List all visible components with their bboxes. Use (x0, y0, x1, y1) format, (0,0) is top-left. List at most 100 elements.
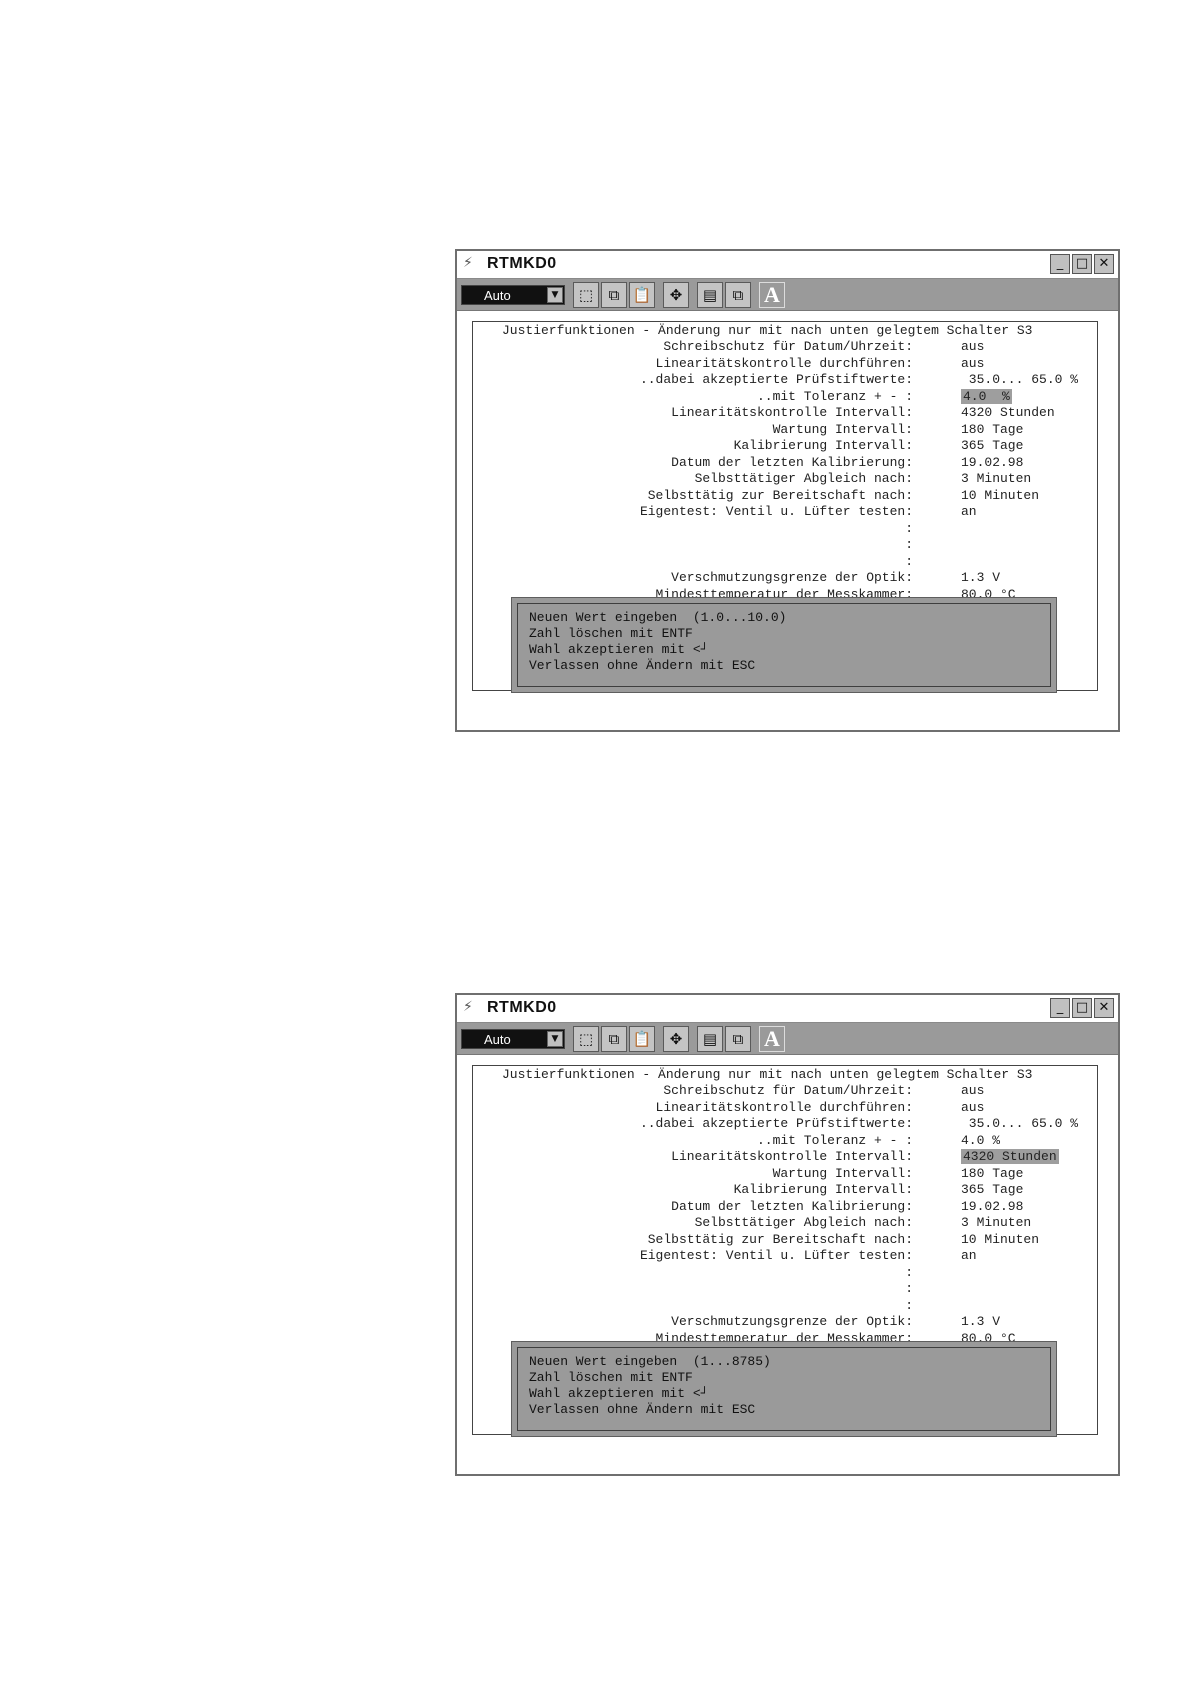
setting-row: Schreibschutz für Datum/Uhrzeit: aus (473, 1083, 1097, 1100)
properties-icon[interactable]: ▤ (697, 282, 723, 308)
rtmkd0-window-1: ⚡ RTMKD0 _ □ ✕ Auto ▼ ⬚ ⧉ 📋 ✥ ▤ ⧉ A Just… (455, 249, 1120, 732)
setting-row: ..mit Toleranz + - : 4.0 % (473, 1133, 1097, 1150)
hint-line: Verlassen ohne Ändern mit ESC (529, 658, 756, 673)
background-icon[interactable]: ⧉ (725, 1026, 751, 1052)
toolbar: Auto ▼ ⬚ ⧉ 📋 ✥ ▤ ⧉ A (457, 1023, 1118, 1055)
fullscreen-icon[interactable]: ✥ (663, 282, 689, 308)
window-title: RTMKD0 (487, 999, 557, 1016)
setting-value[interactable]: 3 Minuten (961, 1215, 1031, 1230)
window-title: RTMKD0 (487, 255, 557, 272)
setting-value[interactable]: aus (961, 356, 984, 371)
setting-row: : (473, 1298, 1097, 1315)
fullscreen-icon[interactable]: ✥ (663, 1026, 689, 1052)
paste-icon[interactable]: 📋 (629, 1026, 655, 1052)
setting-label: : (905, 553, 913, 569)
setting-label: Selbsttätig zur Bereitschaft nach: (647, 487, 913, 503)
setting-value[interactable]: 35.0... 65.0 % (961, 372, 1078, 387)
input-hint-inner: Neuen Wert eingeben (1...8785) Zahl lösc… (517, 1347, 1051, 1431)
setting-label: Linearitätskontrolle Intervall: (671, 405, 913, 420)
setting-row: Kalibrierung Intervall: 365 Tage (473, 438, 1097, 455)
app-icon: ⚡ (463, 255, 473, 271)
rtmkd0-window-2: ⚡ RTMKD0 _ □ ✕ Auto ▼ ⬚ ⧉ 📋 ✥ ▤ ⧉ A Just… (455, 993, 1120, 1476)
setting-value-selected[interactable]: 4.0 % (961, 388, 1012, 404)
setting-value[interactable]: 10 Minuten (961, 488, 1039, 503)
font-size-combo[interactable]: Auto ▼ (461, 1029, 565, 1049)
font-size-combo[interactable]: Auto ▼ (461, 285, 565, 305)
setting-row: Kalibrierung Intervall: 365 Tage (473, 1182, 1097, 1199)
chevron-down-icon[interactable]: ▼ (547, 287, 563, 303)
setting-value[interactable]: aus (961, 1100, 984, 1115)
hint-line: Neuen Wert eingeben (1.0...10.0) (529, 610, 787, 625)
hint-line: Wahl akzeptieren mit <┘ (529, 642, 709, 657)
minimize-icon[interactable]: _ (1050, 998, 1070, 1018)
setting-value[interactable]: aus (961, 1083, 984, 1098)
setting-row: Selbsttätiger Abgleich nach: 3 Minuten (473, 1215, 1097, 1232)
toolbar: Auto ▼ ⬚ ⧉ 📋 ✥ ▤ ⧉ A (457, 279, 1118, 311)
setting-row: Linearitätskontrolle durchführen: aus (473, 356, 1097, 373)
setting-value[interactable]: 35.0... 65.0 % (961, 1116, 1078, 1131)
setting-value[interactable]: 180 Tage (961, 1166, 1023, 1181)
setting-value[interactable]: 1.3 V (961, 570, 1000, 585)
input-hint-box: Neuen Wert eingeben (1...8785) Zahl lösc… (511, 1341, 1057, 1437)
background-icon[interactable]: ⧉ (725, 282, 751, 308)
combo-value: Auto (484, 1032, 511, 1047)
copy-icon[interactable]: ⧉ (601, 282, 627, 308)
setting-row: Schreibschutz für Datum/Uhrzeit: aus (473, 339, 1097, 356)
setting-value[interactable]: aus (961, 339, 984, 354)
font-icon[interactable]: A (759, 1026, 785, 1052)
setting-row: Wartung Intervall: 180 Tage (473, 422, 1097, 439)
setting-value[interactable]: 19.02.98 (961, 455, 1023, 470)
setting-label: ..dabei akzeptierte Prüfstiftwerte: (639, 372, 913, 387)
setting-label: Eigentest: Ventil u. Lüfter testen: (639, 1248, 913, 1263)
setting-row: : (473, 1265, 1097, 1282)
setting-label: ..mit Toleranz + - : (756, 1132, 913, 1148)
setting-value[interactable]: 365 Tage (961, 438, 1023, 453)
setting-row: : (473, 537, 1097, 554)
chevron-down-icon[interactable]: ▼ (547, 1031, 563, 1047)
title-bar[interactable]: ⚡ RTMKD0 _ □ ✕ (457, 251, 1118, 279)
setting-row: : (473, 521, 1097, 538)
paste-icon[interactable]: 📋 (629, 282, 655, 308)
minimize-icon[interactable]: _ (1050, 254, 1070, 274)
setting-row: : (473, 554, 1097, 571)
setting-row: ..mit Toleranz + - : 4.0 % (473, 388, 1097, 406)
setting-value[interactable]: 1.3 V (961, 1314, 1000, 1329)
setting-value[interactable]: 4.0 % (961, 1133, 1000, 1148)
setting-label: ..dabei akzeptierte Prüfstiftwerte: (639, 1116, 913, 1131)
close-icon[interactable]: ✕ (1094, 254, 1114, 274)
setting-row: Eigentest: Ventil u. Lüfter testen: an (473, 1248, 1097, 1265)
setting-row: Linearitätskontrolle Intervall: 4320 Stun… (473, 1149, 1097, 1166)
setting-row: ..dabei akzeptierte Prüfstiftwerte: 35.0… (473, 1116, 1097, 1133)
setting-value-selected[interactable]: 4320 Stunden (961, 1149, 1059, 1164)
copy-icon[interactable]: ⧉ (601, 1026, 627, 1052)
setting-value[interactable]: an (961, 1248, 977, 1263)
title-bar[interactable]: ⚡ RTMKD0 _ □ ✕ (457, 995, 1118, 1023)
combo-value: Auto (484, 288, 511, 303)
setting-row: Linearitätskontrolle Intervall: 4320 Stun… (473, 405, 1097, 422)
maximize-icon[interactable]: □ (1072, 254, 1092, 274)
setting-value[interactable]: 3 Minuten (961, 471, 1031, 486)
console-area: Justierfunktionen - Änderung nur mit nac… (457, 311, 1118, 730)
setting-value[interactable]: 10 Minuten (961, 1232, 1039, 1247)
setting-label: ..mit Toleranz + - : (756, 388, 913, 404)
setting-label: Selbsttätig zur Bereitschaft nach: (647, 1231, 913, 1247)
setting-value[interactable]: 365 Tage (961, 1182, 1023, 1197)
properties-icon[interactable]: ▤ (697, 1026, 723, 1052)
setting-label: Schreibschutz für Datum/Uhrzeit: (663, 1083, 913, 1098)
setting-value[interactable]: an (961, 504, 977, 519)
setting-label: Wartung Intervall: (772, 1165, 913, 1181)
setting-label: Linearitätskontrolle durchführen: (655, 1099, 913, 1115)
close-icon[interactable]: ✕ (1094, 998, 1114, 1018)
maximize-icon[interactable]: □ (1072, 998, 1092, 1018)
setting-value[interactable]: 180 Tage (961, 422, 1023, 437)
setting-row: Selbsttätig zur Bereitschaft nach: 10 Min… (473, 1232, 1097, 1249)
setting-row: ..dabei akzeptierte Prüfstiftwerte: 35.0… (473, 372, 1097, 389)
app-icon: ⚡ (463, 999, 473, 1015)
hint-line: Zahl löschen mit ENTF (529, 1370, 693, 1385)
mark-icon[interactable]: ⬚ (573, 282, 599, 308)
setting-value[interactable]: 4320 Stunden (961, 405, 1055, 420)
mark-icon[interactable]: ⬚ (573, 1026, 599, 1052)
hint-line: Zahl löschen mit ENTF (529, 626, 693, 641)
font-icon[interactable]: A (759, 282, 785, 308)
setting-value[interactable]: 19.02.98 (961, 1199, 1023, 1214)
